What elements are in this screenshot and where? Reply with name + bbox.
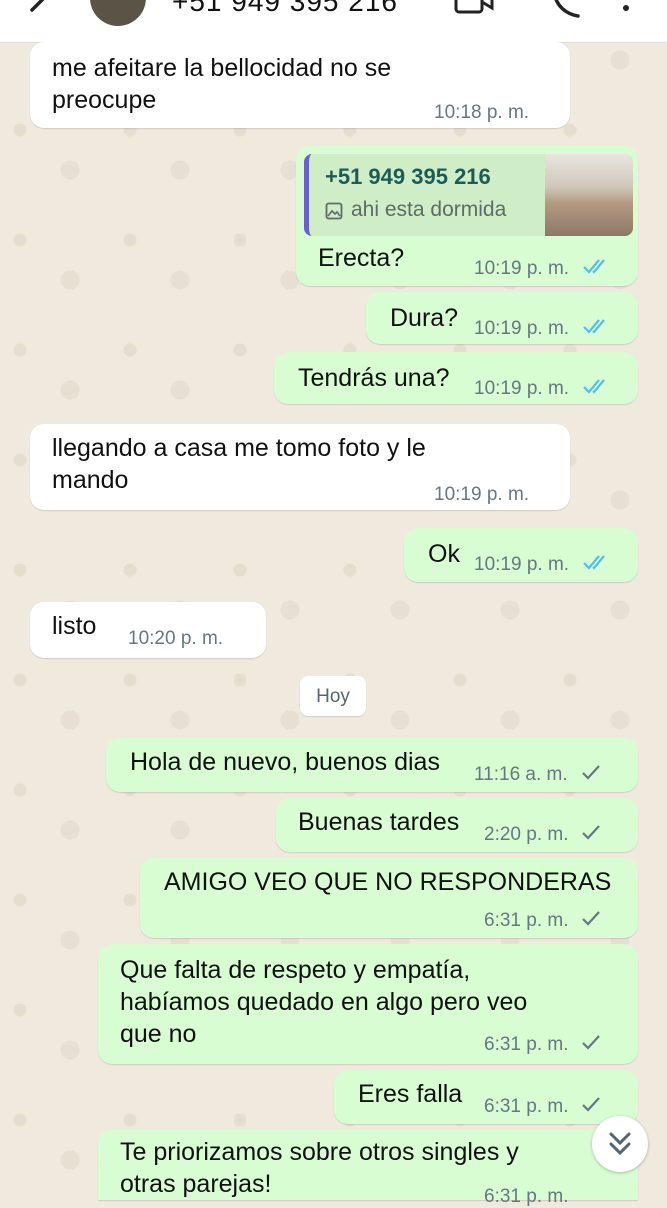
quoted-photo-thumbnail	[545, 154, 633, 236]
message-text: Te priorizamos sobre otros singles y	[120, 1138, 519, 1166]
double-check-read-icon	[583, 259, 605, 274]
message-time: 11:16 a. m.	[474, 764, 568, 785]
message-text: Buenas tardes	[298, 808, 460, 836]
message-bubble-outgoing[interactable]: Tendrás una? 10:19 p. m.	[274, 352, 638, 404]
back-arrow-icon[interactable]	[22, 0, 62, 24]
message-text: preocupe	[52, 86, 157, 114]
message-text: mando	[52, 466, 129, 494]
message-text: que no	[120, 1020, 197, 1048]
message-time: 6:31 p. m.	[484, 910, 569, 931]
message-time: 10:19 p. m.	[474, 378, 570, 399]
avatar[interactable]	[90, 0, 146, 26]
double-check-read-icon	[583, 555, 605, 570]
message-time: 10:19 p. m.	[434, 484, 530, 505]
message-time: 10:19 p. m.	[474, 258, 570, 279]
scroll-to-bottom-button[interactable]	[592, 1116, 648, 1172]
message-text: Ok	[428, 540, 460, 568]
message-time: 6:31 p. m.	[484, 1034, 569, 1055]
photo-icon	[325, 202, 343, 220]
message-text: Hola de nuevo, buenos dias	[130, 748, 440, 776]
check-sent-icon	[582, 825, 600, 840]
double-chevron-down-icon	[609, 1132, 631, 1156]
message-bubble-outgoing[interactable]: Que falta de respeto y empatía, habíamos…	[98, 944, 638, 1064]
message-text: llegando a casa me tomo foto y le	[52, 434, 426, 462]
double-check-read-icon	[583, 319, 605, 334]
message-text: Erecta?	[318, 244, 405, 272]
date-divider-label: Hoy	[316, 686, 350, 707]
message-bubble-outgoing[interactable]: Ok 10:19 p. m.	[404, 528, 638, 582]
check-sent-icon	[582, 911, 600, 926]
message-time: 6:31 p. m.	[484, 1096, 569, 1117]
message-bubble-incoming[interactable]: llegando a casa me tomo foto y le mando …	[30, 424, 570, 510]
message-time: 10:20 p. m.	[128, 628, 224, 649]
video-call-icon[interactable]	[452, 0, 496, 22]
message-bubble-outgoing[interactable]: +51 949 395 216 ahi esta dormida Erecta?…	[296, 146, 638, 286]
message-time: 10:19 p. m.	[474, 318, 570, 339]
double-check-read-icon	[583, 379, 605, 394]
message-text: otras parejas!	[120, 1170, 272, 1198]
message-text: AMIGO VEO QUE NO RESPONDERAS	[164, 868, 612, 896]
check-sent-icon	[582, 1035, 600, 1050]
quoted-message[interactable]: +51 949 395 216 ahi esta dormida	[304, 154, 633, 236]
message-bubble-outgoing[interactable]: Dura? 10:19 p. m.	[366, 292, 638, 344]
chat-header: +51 949 395 216	[0, 0, 667, 43]
message-time: 2:20 p. m.	[484, 824, 569, 845]
message-bubble-outgoing[interactable]: Te priorizamos sobre otros singles y otr…	[98, 1130, 638, 1207]
quoted-caption: ahi esta dormida	[351, 198, 507, 221]
check-sent-icon	[582, 765, 600, 780]
phone-call-icon[interactable]	[548, 0, 584, 22]
date-divider: Hoy	[300, 676, 366, 716]
message-text: Dura?	[390, 304, 459, 332]
message-text: Eres falla	[358, 1080, 463, 1108]
quoted-sender: +51 949 395 216	[325, 164, 491, 189]
check-sent-icon	[582, 1097, 600, 1112]
message-text: Que falta de respeto y empatía,	[120, 956, 471, 984]
more-options-icon[interactable]	[620, 0, 632, 22]
message-time: 10:18 p. m.	[434, 102, 530, 123]
message-bubble-outgoing[interactable]: Hola de nuevo, buenos dias 11:16 a. m.	[106, 738, 638, 792]
contact-name[interactable]: +51 949 395 216	[172, 0, 398, 18]
message-time: 6:31 p. m.	[484, 1186, 569, 1207]
message-text: habíamos quedado en algo pero veo	[120, 988, 528, 1016]
message-bubble-incoming[interactable]: listo 10:20 p. m.	[30, 602, 266, 658]
message-text: Tendrás una?	[298, 364, 450, 392]
message-bubble-outgoing[interactable]: Buenas tardes 2:20 p. m.	[276, 798, 638, 852]
message-time: 10:19 p. m.	[474, 554, 570, 575]
message-bubble-outgoing[interactable]: AMIGO VEO QUE NO RESPONDERAS 6:31 p. m.	[140, 858, 638, 938]
message-text: listo	[52, 612, 97, 640]
message-bubble-incoming[interactable]: me afeitare la bellocidad no se preocupe…	[30, 42, 570, 128]
message-text: me afeitare la bellocidad no se	[52, 54, 392, 82]
